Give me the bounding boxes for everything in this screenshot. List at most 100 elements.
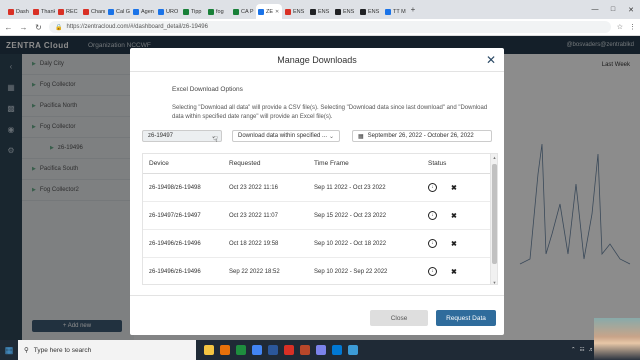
minimize-button[interactable]: — — [586, 0, 604, 19]
tab-favicon-icon — [233, 8, 239, 15]
download-icon[interactable]: ↓ — [428, 183, 437, 192]
file-explorer-icon[interactable] — [204, 345, 214, 355]
tab-favicon-icon — [360, 8, 366, 15]
tab-label: TT M — [393, 8, 406, 15]
tab-favicon-icon — [33, 8, 39, 15]
browser-tab[interactable]: ENS — [283, 4, 307, 19]
tab-close-icon[interactable]: ✕ — [275, 9, 279, 15]
download-description: Selecting "Download all data" will provi… — [172, 105, 488, 120]
browser-tab[interactable]: URO — [156, 4, 180, 19]
cell-requested: Oct 23 2022 11:16 — [229, 184, 278, 191]
tab-favicon-icon — [335, 8, 341, 15]
delete-icon[interactable]: ✖ — [451, 240, 457, 248]
chrome-icon[interactable] — [252, 345, 262, 355]
windows-start-icon[interactable]: ▦ — [0, 340, 18, 360]
tray-arrow-icon[interactable]: ⌃ — [571, 347, 576, 353]
tab-favicon-icon — [208, 8, 214, 15]
browser-tab[interactable]: ZE ✕ — [256, 4, 282, 19]
browser-tab[interactable]: Dash — [6, 4, 30, 19]
table-row: z6-19496/z6-19496 Sep 22 2022 18:52 Sep 10… — [143, 258, 497, 284]
close-window-button[interactable]: ✕ — [622, 0, 640, 19]
tab-label: Thank — [41, 8, 55, 15]
download-icon[interactable]: ↓ — [428, 267, 437, 276]
table-row: z6-19498/z6-19498 Oct 23 2022 11:16 Sep 11… — [143, 174, 497, 202]
browser-tab[interactable]: Agen — [131, 4, 155, 19]
tab-label: CA P — [241, 8, 254, 15]
tab-favicon-icon — [83, 8, 89, 15]
taskbar-search[interactable]: ⚲ Type here to search — [18, 340, 196, 360]
table-row: z6-19496/z6-19496 Oct 18 2022 19:58 Sep 10… — [143, 230, 497, 258]
download-mode-select[interactable]: Download data within specified ... ⌄ — [232, 130, 340, 142]
delete-icon[interactable]: ✖ — [451, 212, 457, 220]
bookmark-star-icon[interactable]: ☆ — [617, 23, 623, 31]
tab-label: ENS — [343, 8, 355, 15]
browser-tab[interactable]: Cal G — [106, 4, 130, 19]
manage-downloads-modal: Manage Downloads ✕ Excel Download Option… — [130, 48, 504, 335]
reload-icon[interactable]: ↻ — [34, 23, 43, 32]
mouse-cursor-icon: ☟ — [213, 135, 218, 144]
browser-tab[interactable]: ENS — [358, 4, 382, 19]
url-field[interactable]: 🔒 https://zentracloud.com/#/dashboard_de… — [49, 21, 611, 33]
browser-tab[interactable]: Chann — [81, 4, 105, 19]
scroll-thumb[interactable] — [492, 164, 497, 264]
browser-menu-icon[interactable]: ⋮ — [629, 23, 636, 31]
tab-favicon-icon — [258, 8, 264, 15]
delete-icon[interactable]: ✖ — [451, 184, 457, 192]
cell-status: ↓ ✖ — [428, 239, 488, 248]
col-requested: Requested — [229, 160, 261, 167]
close-button[interactable]: Close — [370, 310, 428, 326]
maximize-button[interactable]: □ — [604, 0, 622, 19]
forward-icon[interactable]: → — [19, 23, 28, 32]
device-select[interactable]: z6-19497 ⌄ — [142, 130, 222, 142]
delete-icon[interactable]: ✖ — [451, 268, 457, 276]
tab-favicon-icon — [133, 8, 139, 15]
date-range-picker[interactable]: ▦ September 26, 2022 - October 26, 2022 — [352, 130, 492, 142]
section-title: Excel Download Options — [172, 86, 243, 93]
request-data-button[interactable]: Request Data — [436, 310, 496, 326]
firefox-icon[interactable] — [220, 345, 230, 355]
cell-status: ↓ ✖ — [428, 183, 488, 192]
cell-device: z6-19496/z6-19496 — [149, 268, 201, 275]
table-header: Device Requested Time Frame Status — [143, 154, 497, 174]
browser-tab[interactable]: REC — [56, 4, 80, 19]
cell-requested: Oct 18 2022 19:58 — [229, 240, 279, 247]
pdf-icon[interactable] — [284, 345, 294, 355]
outlook-icon[interactable] — [348, 345, 358, 355]
teams-icon[interactable] — [316, 345, 326, 355]
back-icon[interactable]: ← — [4, 23, 13, 32]
chevron-down-icon: ⌄ — [328, 133, 334, 140]
table-scrollbar[interactable]: ▲ ▼ — [490, 154, 497, 284]
tab-favicon-icon — [385, 8, 391, 15]
tab-label: Chann — [91, 8, 105, 15]
window-controls: — □ ✕ — [586, 0, 640, 19]
cell-requested: Oct 23 2022 11:07 — [229, 212, 278, 219]
browser-tab-bar: Dash Thank REC Chann Cal G Agen URO Tipp fog CA P… — [0, 0, 640, 19]
scroll-up-icon[interactable]: ▲ — [491, 155, 497, 160]
download-icon[interactable]: ↓ — [428, 239, 437, 248]
tab-favicon-icon — [158, 8, 164, 15]
new-tab-button[interactable]: + — [408, 5, 418, 14]
browser-tab[interactable]: CA P — [231, 4, 255, 19]
word-icon[interactable] — [268, 345, 278, 355]
tab-label: ENS — [368, 8, 380, 15]
excel-icon[interactable] — [236, 345, 246, 355]
cell-device: z6-19498/z6-19498 — [149, 184, 201, 191]
browser-tab[interactable]: ENS — [333, 4, 357, 19]
browser-tab[interactable]: fog — [206, 4, 230, 19]
powerpoint-icon[interactable] — [300, 345, 310, 355]
url-text: https://zentracloud.com/#/dashboard_deta… — [66, 24, 208, 30]
cell-timeframe: Sep 10 2022 - Oct 18 2022 — [314, 240, 387, 247]
browser-tab[interactable]: Tipp — [181, 4, 205, 19]
browser-tab[interactable]: Thank — [31, 4, 55, 19]
browser-tab[interactable]: ENS — [308, 4, 332, 19]
network-icon[interactable]: ☷ — [580, 347, 585, 353]
download-icon[interactable]: ↓ — [428, 211, 437, 220]
address-bar-row: ← → ↻ 🔒 https://zentracloud.com/#/dashbo… — [0, 19, 640, 36]
download-mode-value: Download data within specified ... — [238, 133, 328, 139]
col-timeframe: Time Frame — [314, 160, 349, 167]
close-icon[interactable]: ✕ — [486, 53, 496, 67]
taskbar-apps — [204, 345, 358, 355]
browser-tab[interactable]: TT M — [383, 4, 407, 19]
edge-icon[interactable] — [332, 345, 342, 355]
webcam-overlay — [594, 318, 640, 360]
